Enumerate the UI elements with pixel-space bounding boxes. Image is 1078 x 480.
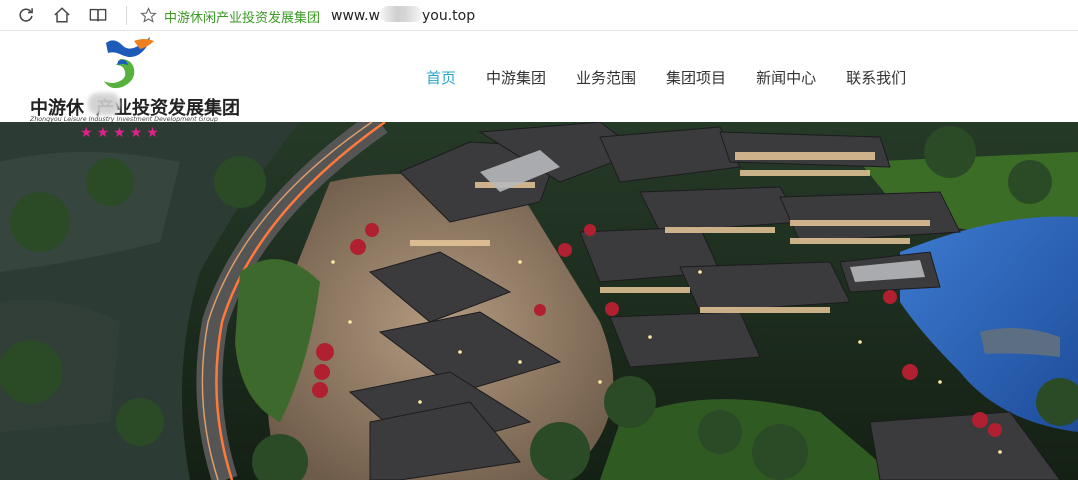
hero-image xyxy=(0,122,1078,480)
logo-star-icon: ★ xyxy=(80,125,93,141)
company-logo[interactable]: 中游休 产业投资发展集团 Zhongyou Leisure Industry In… xyxy=(30,35,240,125)
browser-toolbar: 中游休闲产业投资发展集团 www.w you.top xyxy=(0,0,1078,31)
favorite-star-icon[interactable] xyxy=(138,5,158,25)
nav-contact[interactable]: 联系我们 xyxy=(831,67,921,88)
logo-stars: ★ ★ ★ ★ ★ xyxy=(80,125,159,141)
logo-star-icon: ★ xyxy=(129,125,143,141)
nav-news[interactable]: 新闻中心 xyxy=(741,67,831,88)
home-icon[interactable] xyxy=(51,4,73,26)
site-header: 中游休 产业投资发展集团 Zhongyou Leisure Industry In… xyxy=(0,31,1078,125)
url-redaction xyxy=(379,6,422,22)
refresh-icon[interactable] xyxy=(15,4,37,26)
reader-icon[interactable] xyxy=(87,4,109,26)
logo-redaction xyxy=(88,93,120,115)
main-navigation: 首页 中游集团 业务范围 集团项目 新闻中心 联系我们 xyxy=(411,67,921,88)
hero-banner[interactable]: ★ ★ ★ ★ ★ xyxy=(0,122,1078,480)
url-prefix: www.w xyxy=(331,8,380,24)
nav-business-scope[interactable]: 业务范围 xyxy=(561,67,651,88)
url-suffix: you.top xyxy=(421,8,476,24)
address-bar[interactable]: www.w you.top xyxy=(331,6,475,24)
nav-projects[interactable]: 集团项目 xyxy=(651,67,741,88)
nav-group[interactable]: 中游集团 xyxy=(471,67,561,88)
toolbar-divider xyxy=(126,6,127,25)
logo-mark-icon xyxy=(104,37,154,89)
logo-star-icon: ★ xyxy=(96,125,110,141)
logo-star-icon: ★ xyxy=(113,125,126,141)
page-title: 中游休闲产业投资发展集团 xyxy=(164,11,321,26)
nav-home[interactable]: 首页 xyxy=(411,67,471,88)
logo-star-icon: ★ xyxy=(146,125,159,141)
